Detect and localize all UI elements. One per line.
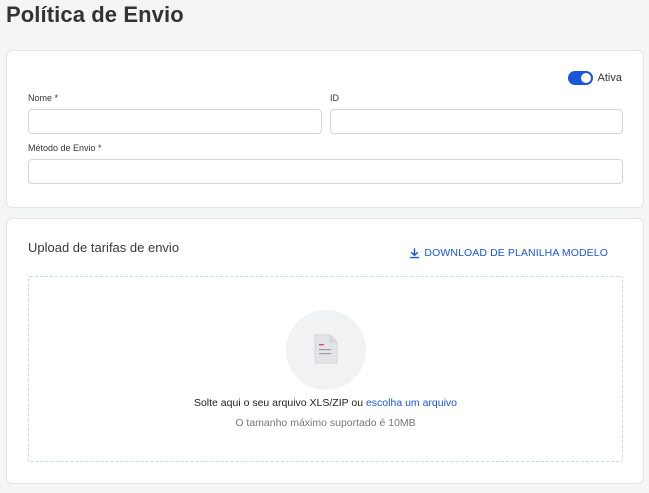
shipping-method-label: Método de Envio * [28,143,102,153]
drop-instructions: Solte aqui o seu arquivo XLS/ZIP ou esco… [29,397,622,409]
toggle-knob [580,73,591,83]
file-icon [314,334,338,364]
id-input[interactable] [330,109,623,134]
max-size-text: O tamanho máximo suportado é 10MB [235,417,416,429]
page-title: Política de Envio [6,2,184,27]
shipping-method-input[interactable] [28,159,623,184]
drop-text: Solte aqui o seu arquivo XLS/ZIP ou [193,397,364,409]
download-icon [409,247,420,259]
name-label: Nome * [28,93,59,103]
toggle-label: Ativa [597,72,622,84]
general-info-card: Ativa Nome * ID Método de Envio * [6,50,644,208]
id-label: ID [330,93,339,103]
download-template-link[interactable]: DOWNLOAD DE PLANILHA MODELO [409,247,608,259]
active-toggle[interactable]: Ativa [567,71,622,85]
upload-card: Upload de tarifas de envio DOWNLOAD DE P… [6,218,644,484]
choose-file-link[interactable]: escolha um arquivo [366,397,457,409]
file-icon-circle [286,310,366,390]
file-dropzone[interactable]: Solte aqui o seu arquivo XLS/ZIP ou esco… [28,276,623,462]
upload-title: Upload de tarifas de envio [28,240,180,255]
download-template-label: DOWNLOAD DE PLANILHA MODELO [424,247,608,259]
toggle-switch[interactable] [567,71,593,85]
name-input[interactable] [28,109,322,134]
